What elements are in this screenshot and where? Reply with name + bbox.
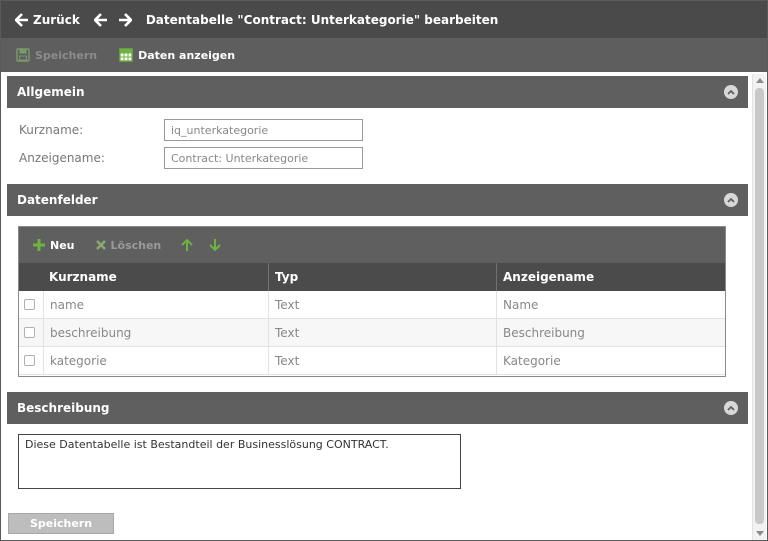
grid-header-row: Kurzname Typ Anzeigename <box>19 263 725 291</box>
new-row-button[interactable]: Neu <box>32 238 75 252</box>
delete-row-label: Löschen <box>110 238 162 252</box>
table-row[interactable]: beschreibung Text Beschreibung <box>19 319 725 347</box>
grid-toolbar: Neu Löschen <box>19 227 725 263</box>
collapse-icon[interactable] <box>724 193 738 207</box>
toolbar-save-button[interactable]: Speichern <box>16 48 97 62</box>
arrow-down-icon <box>209 239 221 252</box>
plus-icon <box>33 239 45 251</box>
cell-shortname: kategorie <box>43 347 268 375</box>
table-grid-icon <box>119 48 133 62</box>
new-row-label: Neu <box>50 238 75 252</box>
cell-displayname: Kategorie <box>496 347 725 375</box>
back-button[interactable]: Zurück <box>15 13 80 27</box>
collapse-icon[interactable] <box>724 401 738 415</box>
vertical-scrollbar[interactable] <box>752 74 766 540</box>
arrow-right-icon <box>118 12 132 27</box>
section-fields-title: Datenfelder <box>17 193 98 207</box>
cell-displayname: Name <box>496 291 725 319</box>
cell-type: Text <box>268 319 496 347</box>
title-bar: Zurück Datentabelle "Contract: Unterkate… <box>1 1 767 38</box>
column-header-type[interactable]: Typ <box>268 263 496 291</box>
cell-shortname: beschreibung <box>43 319 268 347</box>
section-general-header[interactable]: Allgemein <box>7 76 748 108</box>
page-title: Datentabelle "Contract: Unterkategorie" … <box>145 12 499 27</box>
cell-type: Text <box>268 347 496 375</box>
main-toolbar: Speichern Daten anzeigen <box>1 38 767 72</box>
back-label: Zurück <box>33 12 80 27</box>
move-up-button[interactable] <box>181 238 193 252</box>
section-general-title: Allgemein <box>17 85 85 99</box>
column-header-shortname[interactable]: Kurzname <box>43 263 268 291</box>
history-back-button[interactable] <box>93 12 108 27</box>
row-checkbox[interactable] <box>24 327 35 338</box>
show-data-button[interactable]: Daten anzeigen <box>119 48 235 62</box>
displayname-input[interactable] <box>164 147 363 169</box>
column-header-displayname[interactable]: Anzeigename <box>496 263 725 291</box>
displayname-label: Anzeigename: <box>19 151 105 165</box>
cell-shortname: name <box>43 291 268 319</box>
delete-x-icon <box>95 240 106 250</box>
cell-type: Text <box>268 291 496 319</box>
select-column-header <box>19 263 43 291</box>
scroll-down-icon[interactable] <box>756 531 764 536</box>
arrow-up-icon <box>181 238 193 251</box>
floppy-disk-icon <box>16 48 30 62</box>
arrow-left-icon <box>93 12 107 27</box>
toolbar-save-label: Speichern <box>35 48 98 62</box>
shortname-input[interactable] <box>164 119 363 141</box>
section-description-header[interactable]: Beschreibung <box>7 392 748 424</box>
row-checkbox[interactable] <box>24 299 35 310</box>
description-textarea[interactable]: Diese Datentabelle ist Bestandteil der B… <box>18 434 461 489</box>
table-row[interactable]: kategorie Text Kategorie <box>19 347 725 375</box>
row-checkbox[interactable] <box>24 355 35 366</box>
move-down-button[interactable] <box>209 238 221 252</box>
shortname-label: Kurzname: <box>19 123 84 137</box>
content-area: Allgemein Kurzname: Anzeigename: Datenfe… <box>7 76 751 539</box>
cell-displayname: Beschreibung <box>496 319 725 347</box>
delete-row-button[interactable]: Löschen <box>95 238 162 252</box>
scroll-up-icon[interactable] <box>756 78 764 83</box>
section-description-title: Beschreibung <box>17 401 110 415</box>
fields-grid: Neu Löschen Kurzname Typ Anzeigename nam… <box>18 226 726 377</box>
table-row[interactable]: name Text Name <box>19 291 725 319</box>
history-forward-button[interactable] <box>118 12 132 27</box>
arrow-left-icon <box>15 12 28 27</box>
section-fields-header[interactable]: Datenfelder <box>7 184 748 216</box>
collapse-icon[interactable] <box>724 85 738 99</box>
dialog-window: Zurück Datentabelle "Contract: Unterkate… <box>0 0 768 541</box>
scrollbar-thumb[interactable] <box>755 88 764 524</box>
show-data-label: Daten anzeigen <box>138 48 236 62</box>
save-button[interactable]: Speichern <box>8 513 114 534</box>
